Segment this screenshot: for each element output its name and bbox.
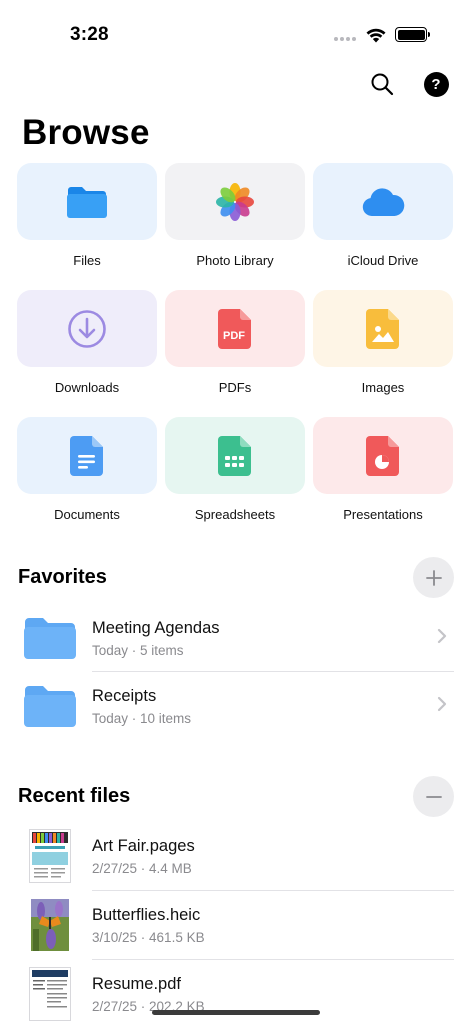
chevron-right-icon: [430, 696, 454, 717]
favorite-title: Meeting Agendas: [92, 618, 220, 637]
favorite-row[interactable]: Meeting Agendas Today · 5 items: [22, 604, 454, 672]
favorite-title: Receipts: [92, 686, 157, 705]
recent-file-row[interactable]: Art Fair.pages 2/27/25 · 4.4 MB: [22, 822, 454, 890]
file-title: Art Fair.pages: [92, 836, 195, 855]
recent-file-row[interactable]: Butterflies.heic 3/10/25 · 461.5 KB: [22, 891, 454, 959]
category-grid: Files Photo Library iCloud Drive Downloa…: [17, 163, 454, 544]
tile-label: Photo Library: [196, 253, 274, 268]
tile-label: iCloud Drive: [347, 253, 419, 268]
tile-downloads[interactable]: Downloads: [17, 290, 157, 417]
add-favorite-button[interactable]: [413, 557, 454, 598]
collapse-recent-button[interactable]: [413, 776, 454, 817]
file-thumbnail: [22, 828, 78, 884]
status-bar: 3:28: [0, 0, 471, 64]
tile-spreadsheets[interactable]: Spreadsheets: [165, 417, 305, 544]
help-button[interactable]: ?: [422, 70, 450, 98]
favorite-subtitle: Today · 10 items: [92, 710, 192, 726]
presentation-icon: [366, 435, 399, 476]
file-thumbnail: [22, 897, 78, 953]
wifi-icon: [366, 28, 386, 43]
file-title: Resume.pdf: [92, 974, 181, 993]
photos-icon: [216, 182, 254, 221]
file-subtitle: 2/27/25 · 4.4 MB: [92, 860, 192, 876]
tile-label: Images: [361, 380, 405, 395]
file-subtitle: 3/10/25 · 461.5 KB: [92, 929, 205, 945]
folder-icon: [67, 186, 107, 218]
favorite-subtitle: Today · 5 items: [92, 642, 184, 658]
tile-label: Spreadsheets: [194, 507, 276, 522]
folder-icon: [22, 610, 78, 666]
plus-icon: [425, 569, 442, 586]
download-icon: [68, 309, 106, 348]
chevron-right-icon: [430, 628, 454, 649]
file-title: Butterflies.heic: [92, 905, 201, 924]
tile-documents[interactable]: Documents: [17, 417, 157, 544]
file-thumbnail: [22, 966, 78, 1022]
favorite-row[interactable]: Receipts Today · 10 items: [22, 672, 454, 740]
folder-icon: [22, 678, 78, 734]
recent-files-title: Recent files: [18, 785, 131, 807]
pdf-badge-text: PDF: [223, 330, 245, 342]
cellular-signal-icon: [334, 37, 356, 41]
tile-presentations[interactable]: Presentations: [313, 417, 453, 544]
tile-background: [165, 417, 305, 494]
question-mark-icon: ?: [423, 71, 449, 97]
tile-label: Documents: [54, 507, 120, 522]
tile-label: Downloads: [54, 380, 120, 395]
favorites-header: Favorites: [18, 557, 454, 598]
spreadsheet-icon: [218, 435, 251, 476]
tile-label: PDFs: [218, 380, 252, 395]
battery-icon: [395, 27, 430, 42]
tile-pdfs[interactable]: PDF PDFs: [165, 290, 305, 417]
image-icon: [366, 308, 399, 349]
favorites-title: Favorites: [18, 566, 107, 588]
tile-background: [313, 163, 453, 240]
tile-background: PDF: [165, 290, 305, 367]
tile-background: [165, 163, 305, 240]
pdf-icon: PDF: [218, 308, 251, 349]
document-icon: [70, 435, 103, 476]
recent-files-header: Recent files: [18, 776, 454, 817]
search-icon: [371, 73, 394, 96]
tile-files[interactable]: Files: [17, 163, 157, 290]
tile-background: [313, 290, 453, 367]
tile-images[interactable]: Images: [313, 290, 453, 417]
tile-icloud-drive[interactable]: iCloud Drive: [313, 163, 453, 290]
tile-background: [313, 417, 453, 494]
tile-photo-library[interactable]: Photo Library: [165, 163, 305, 290]
tile-label: Presentations: [343, 507, 423, 522]
minus-icon: [425, 795, 442, 798]
cloud-icon: [362, 187, 405, 216]
status-time: 3:28: [70, 24, 109, 45]
search-button[interactable]: [368, 70, 396, 98]
home-indicator[interactable]: [152, 1010, 320, 1015]
tile-background: [17, 163, 157, 240]
tile-label: Files: [73, 253, 101, 268]
tile-background: [17, 290, 157, 367]
page-title: Browse: [22, 113, 150, 152]
tile-background: [17, 417, 157, 494]
